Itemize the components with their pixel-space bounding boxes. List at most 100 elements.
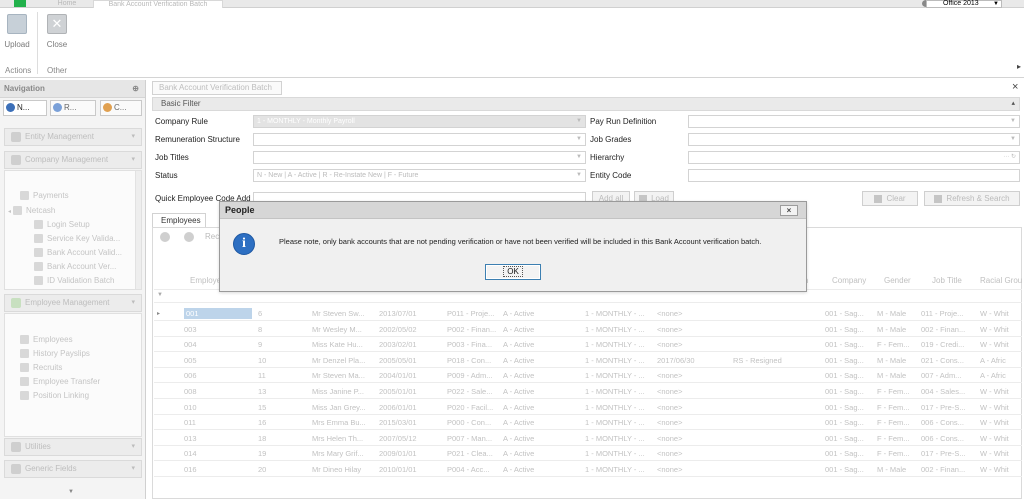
table-cell[interactable]: 15 [258, 402, 308, 413]
table-cell[interactable]: 008 [184, 386, 252, 397]
nav-tab-c[interactable]: C... [100, 100, 142, 116]
table-cell[interactable]: 011 - Proje... [921, 308, 977, 319]
basic-filter-header[interactable]: Basic Filter ▴ [152, 97, 1020, 111]
table-cell[interactable]: Mr Dineo Hilay [312, 464, 376, 475]
table-cell[interactable]: 014 [184, 448, 252, 459]
ribbon-expand-icon[interactable]: ▸ [1017, 62, 1021, 71]
table-cell[interactable]: Mr Wesley M... [312, 324, 376, 335]
table-cell[interactable]: 2003/02/01 [379, 339, 443, 350]
table-cell[interactable]: 1 - MONTHLY - ... [585, 324, 655, 335]
column-header-job-title[interactable]: Job Title [932, 274, 972, 288]
company-rule-select[interactable]: 1 - MONTHLY - Monthly Payroll ▼ [253, 115, 586, 128]
table-cell[interactable]: A - Afric [980, 370, 1022, 381]
table-cell[interactable]: <none> [657, 433, 731, 444]
table-cell[interactable]: A - Active [503, 324, 581, 335]
table-cell[interactable]: Mrs Mary Grif... [312, 448, 376, 459]
table-cell[interactable]: <none> [657, 448, 731, 459]
refresh-icon[interactable] [160, 232, 170, 242]
clear-button[interactable]: Clear [862, 191, 918, 206]
job-titles-select[interactable]: ▼ [253, 151, 586, 164]
table-cell[interactable]: W - Whit [980, 386, 1022, 397]
table-cell[interactable]: F - Fem... [877, 339, 919, 350]
table-cell[interactable]: 002 - Finan... [921, 464, 977, 475]
table-cell[interactable]: Miss Kate Hu... [312, 339, 376, 350]
app-icon[interactable] [14, 0, 26, 7]
table-cell[interactable]: 1 - MONTHLY - ... [585, 417, 655, 428]
table-cell[interactable]: P004 - Acc... [447, 464, 501, 475]
table-cell[interactable]: Mrs Helen Th... [312, 433, 376, 444]
table-cell[interactable]: <none> [657, 417, 731, 428]
table-cell[interactable]: 1 - MONTHLY - ... [585, 464, 655, 475]
table-cell[interactable]: F - Fem... [877, 448, 919, 459]
table-cell[interactable]: 004 - Sales... [921, 386, 977, 397]
table-cell[interactable]: <none> [657, 402, 731, 413]
table-cell[interactable]: 001 - Sag... [825, 355, 875, 366]
table-cell[interactable]: 001 - Sag... [825, 339, 875, 350]
nav-item-service-key[interactable]: Service Key Valida... [34, 233, 120, 245]
table-cell[interactable]: 20 [258, 464, 308, 475]
table-cell[interactable]: 2013/07/01 [379, 308, 443, 319]
table-cell[interactable]: 001 - Sag... [825, 370, 875, 381]
filter-row-icon[interactable]: ▼ [157, 292, 163, 298]
hierarchy-select[interactable]: ··· ↻ [688, 151, 1020, 164]
tab-bank-account-verification-batch[interactable]: Bank Account Verification Batch [93, 0, 223, 8]
table-cell[interactable]: W - Whit [980, 339, 1022, 350]
table-cell[interactable]: 001 - Sag... [825, 324, 875, 335]
table-cell[interactable]: 003 [184, 324, 252, 335]
table-cell[interactable]: <none> [657, 324, 731, 335]
pay-run-select[interactable]: ▼ [688, 115, 1020, 128]
table-cell[interactable]: Mrs Emma Bu... [312, 417, 376, 428]
table-cell[interactable]: <none> [657, 370, 731, 381]
table-cell[interactable]: 10 [258, 355, 308, 366]
table-cell[interactable]: 2005/01/01 [379, 386, 443, 397]
table-cell[interactable]: 001 - Sag... [825, 402, 875, 413]
dialog-close-button[interactable]: × [780, 205, 798, 216]
table-cell[interactable]: 2015/03/01 [379, 417, 443, 428]
table-cell[interactable]: <none> [657, 339, 731, 350]
document-tab[interactable]: Bank Account Verification Batch [152, 81, 282, 95]
table-cell[interactable]: M - Male [877, 324, 919, 335]
nav-item-employees[interactable]: Employees [20, 334, 73, 346]
section-generic-fields[interactable]: Generic Fields ▾ [4, 460, 142, 478]
table-cell[interactable]: 001 - Sag... [825, 386, 875, 397]
table-cell[interactable]: Mr Steven Sw... [312, 308, 376, 319]
table-cell[interactable]: W - Whit [980, 308, 1022, 319]
nav-item-recruits[interactable]: Recruits [20, 362, 62, 374]
table-cell[interactable]: A - Active [503, 433, 581, 444]
table-cell[interactable]: 2010/01/01 [379, 464, 443, 475]
pin-icon[interactable]: ⊕ [132, 80, 139, 98]
table-cell[interactable]: 007 - Adm... [921, 370, 977, 381]
table-cell[interactable]: W - Whit [980, 448, 1022, 459]
table-cell[interactable]: A - Active [503, 448, 581, 459]
table-cell[interactable]: 2017/06/30 [657, 355, 731, 366]
table-cell[interactable]: 2007/05/12 [379, 433, 443, 444]
section-employee-management[interactable]: Employee Management ▾ [4, 294, 142, 312]
table-cell[interactable]: F - Fem... [877, 386, 919, 397]
table-cell[interactable]: <none> [657, 308, 731, 319]
table-cell[interactable]: M - Male [877, 370, 919, 381]
column-header-company[interactable]: Company [832, 274, 872, 288]
table-cell[interactable]: 001 [184, 308, 252, 319]
nav-item-bank-account-ver[interactable]: Bank Account Ver... [34, 261, 116, 273]
table-cell[interactable]: P000 - Con... [447, 417, 501, 428]
column-header-gender[interactable]: Gender [884, 274, 914, 288]
table-cell[interactable]: 002 - Finan... [921, 324, 977, 335]
table-cell[interactable]: 001 - Sag... [825, 448, 875, 459]
table-cell[interactable]: 19 [258, 448, 308, 459]
table-cell[interactable]: 021 - Cons... [921, 355, 977, 366]
entity-code-input[interactable] [688, 169, 1020, 182]
table-cell[interactable]: 2009/01/01 [379, 448, 443, 459]
table-cell[interactable]: A - Afric [980, 355, 1022, 366]
table-cell[interactable]: M - Male [877, 464, 919, 475]
table-cell[interactable]: 001 - Sag... [825, 464, 875, 475]
table-cell[interactable]: 2004/01/01 [379, 370, 443, 381]
table-cell[interactable]: <none> [657, 464, 731, 475]
table-cell[interactable]: 2006/01/01 [379, 402, 443, 413]
table-cell[interactable]: Mr Denzel Pla... [312, 355, 376, 366]
table-cell[interactable]: 001 - Sag... [825, 433, 875, 444]
table-cell[interactable]: 016 [184, 464, 252, 475]
table-cell[interactable]: A - Active [503, 417, 581, 428]
scroll-down-icon[interactable]: ▼ [68, 489, 74, 495]
table-cell[interactable]: 16 [258, 417, 308, 428]
table-cell[interactable]: A - Active [503, 339, 581, 350]
